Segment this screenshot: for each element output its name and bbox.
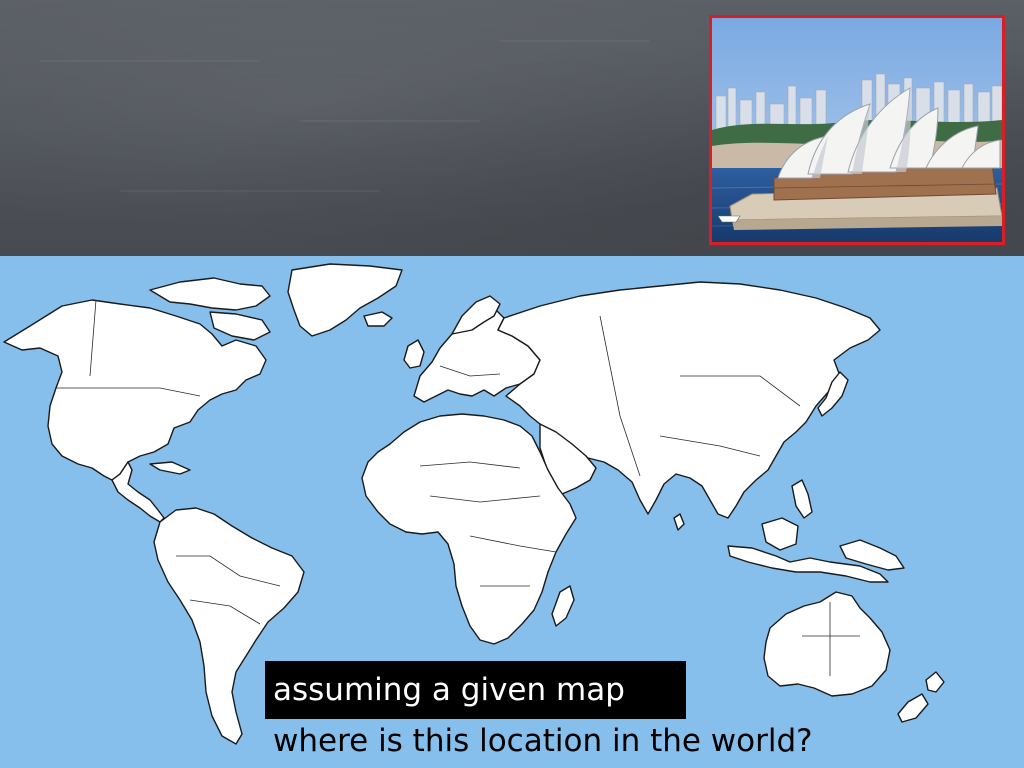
chalk-smudge <box>40 60 260 62</box>
chalk-smudge <box>120 190 380 192</box>
sri-lanka <box>673 513 685 531</box>
british-isles <box>403 339 425 369</box>
opera-house-illustration <box>712 18 1002 242</box>
australia <box>763 591 891 697</box>
boxed-caption: assuming a given map <box>265 661 686 719</box>
opera-house-photo <box>709 15 1005 245</box>
philippines <box>791 479 813 519</box>
chalk-smudge <box>300 120 480 122</box>
madagascar <box>551 585 575 627</box>
question-caption: where is this location in the world? <box>273 723 813 759</box>
borneo <box>761 517 799 551</box>
iceland <box>363 311 393 327</box>
baffin-island <box>209 311 271 341</box>
chalk-smudge <box>500 40 650 42</box>
caribbean-islands <box>149 461 191 475</box>
new-zealand <box>925 671 945 693</box>
arctic-islands <box>149 277 271 311</box>
